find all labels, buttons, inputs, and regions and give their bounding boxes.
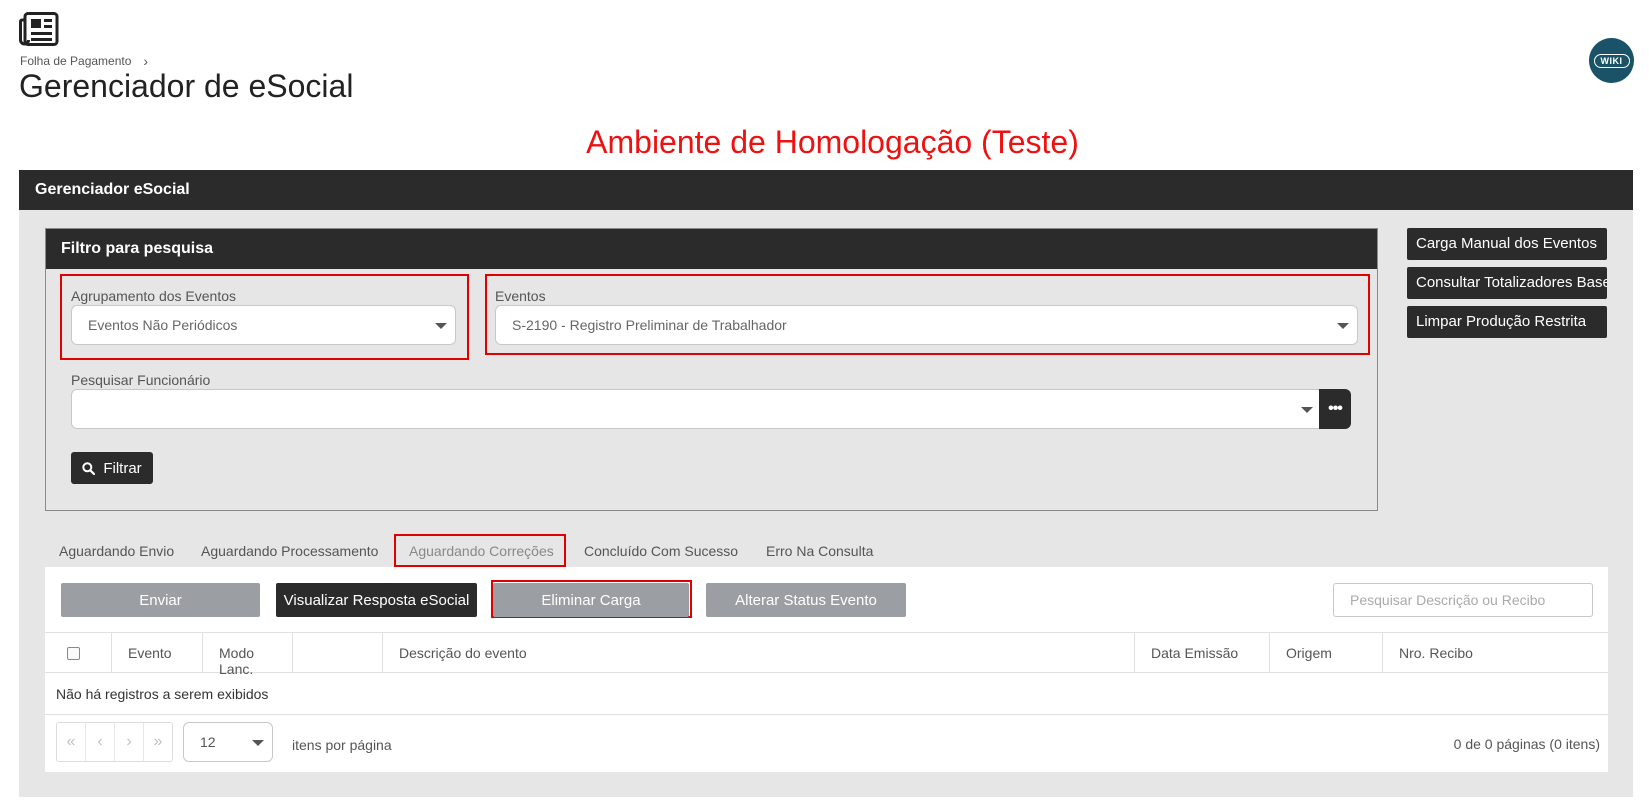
group-select[interactable]: Eventos Não Periódicos — [71, 305, 456, 345]
events-select[interactable]: S-2190 - Registro Preliminar de Trabalha… — [495, 305, 1358, 345]
events-label: Eventos — [495, 288, 546, 304]
column-header[interactable]: Descrição do evento — [383, 633, 1135, 672]
page-info: 0 de 0 páginas (0 itens) — [1453, 736, 1600, 752]
clear-restricted-button[interactable]: Limpar Produção Restrita — [1407, 306, 1607, 338]
group-label: Agrupamento dos Eventos — [71, 288, 236, 304]
employee-label: Pesquisar Funcionário — [71, 372, 211, 388]
first-page-icon[interactable]: « — [57, 723, 86, 761]
column-header[interactable]: Evento — [112, 633, 203, 672]
filter-button[interactable]: Filtrar — [71, 452, 153, 484]
grid-header: Evento Modo Lanc. Descrição do evento Da… — [45, 632, 1608, 677]
change-status-button[interactable]: Alterar Status Evento — [706, 583, 906, 617]
breadcrumb: Folha de Pagamento › — [20, 53, 148, 69]
column-header[interactable] — [293, 633, 383, 672]
events-select-value: S-2190 - Registro Preliminar de Trabalha… — [512, 317, 787, 333]
page-size-value: 12 — [200, 734, 216, 750]
caret-down-icon — [1301, 407, 1313, 413]
select-all-checkbox[interactable] — [67, 647, 80, 660]
tab-aguardando-correcoes[interactable]: Aguardando Correções — [409, 543, 554, 559]
tab-erro-na-consulta[interactable]: Erro Na Consulta — [766, 543, 873, 559]
view-response-button[interactable]: Visualizar Resposta eSocial — [276, 583, 477, 617]
group-select-value: Eventos Não Periódicos — [88, 317, 238, 333]
empty-message: Não há registros a serem exibidos — [56, 686, 269, 702]
pager-nav: « ‹ › » — [56, 722, 173, 762]
wiki-button[interactable]: WIKI — [1589, 38, 1634, 83]
column-header[interactable]: Modo Lanc. — [203, 633, 293, 677]
remove-load-button[interactable]: Eliminar Carga — [493, 583, 689, 617]
select-all-column — [45, 633, 112, 672]
last-page-icon[interactable]: » — [144, 723, 172, 761]
next-page-icon[interactable]: › — [115, 723, 144, 761]
column-header[interactable]: Origem — [1270, 633, 1383, 672]
prev-page-icon[interactable]: ‹ — [86, 723, 115, 761]
caret-down-icon — [252, 740, 264, 746]
manual-load-button[interactable]: Carga Manual dos Eventos — [1407, 228, 1607, 260]
wiki-label: WIKI — [1593, 53, 1630, 68]
tab-aguardando-processamento[interactable]: Aguardando Processamento — [201, 543, 378, 559]
page-size-select[interactable]: 12 — [183, 722, 273, 762]
panel-header: Gerenciador eSocial — [19, 170, 1633, 210]
send-button[interactable]: Enviar — [61, 583, 260, 617]
environment-banner: Ambiente de Homologação (Teste) — [586, 124, 1079, 160]
ellipsis-button[interactable]: ••• — [1319, 389, 1351, 429]
query-totals-button[interactable]: Consultar Totalizadores Base — [1407, 267, 1607, 299]
caret-down-icon — [1337, 323, 1349, 329]
filter-panel: Filtro para pesquisa — [45, 228, 1378, 511]
employee-select[interactable] — [71, 389, 1322, 429]
tab-aguardando-envio[interactable]: Aguardando Envio — [59, 543, 174, 559]
search-input[interactable] — [1333, 583, 1593, 617]
caret-down-icon — [435, 323, 447, 329]
column-header[interactable]: Nro. Recibo — [1383, 633, 1608, 672]
per-page-label: itens por página — [292, 737, 392, 753]
page-title: Gerenciador de eSocial — [19, 68, 354, 104]
chevron-right-icon: › — [143, 53, 149, 69]
search-icon — [82, 461, 96, 475]
pager-bar — [45, 714, 1608, 772]
newspaper-icon — [19, 12, 59, 46]
breadcrumb-item[interactable]: Folha de Pagamento — [20, 54, 131, 68]
filter-button-label: Filtrar — [103, 459, 142, 477]
tab-concluido-com-sucesso[interactable]: Concluído Com Sucesso — [584, 543, 738, 559]
column-header[interactable]: Data Emissão — [1135, 633, 1270, 672]
filter-header: Filtro para pesquisa — [46, 229, 1377, 269]
